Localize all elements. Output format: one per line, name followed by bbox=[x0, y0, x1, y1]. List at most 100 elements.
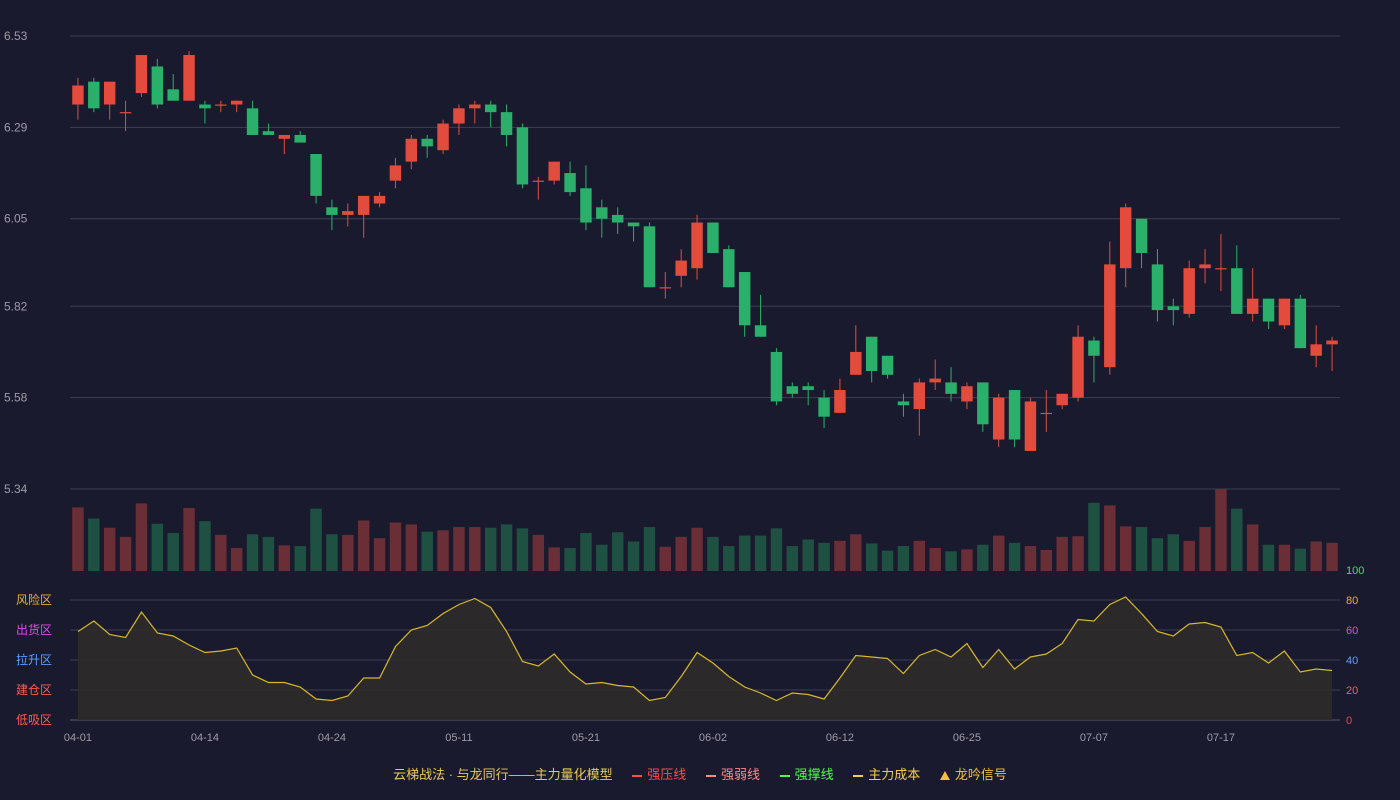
volume-bar bbox=[564, 548, 576, 571]
legend-item-strength[interactable]: 强弱线 bbox=[705, 764, 760, 783]
strength-dash-icon bbox=[705, 774, 716, 777]
volume-bar bbox=[1183, 540, 1195, 571]
volume-bar bbox=[834, 540, 846, 571]
candle-body bbox=[500, 112, 513, 135]
stock-chart: 6.53 6.29 6.05 5.82 5.58 5.34 0 20 40 60 80 100 风险区出… bbox=[0, 0, 1400, 800]
volume-bar bbox=[913, 540, 926, 571]
candle-body bbox=[802, 386, 814, 391]
candle-body bbox=[246, 108, 259, 135]
volume-bar bbox=[246, 534, 259, 571]
oscillator-tick-label: 60 bbox=[1346, 625, 1358, 637]
candle-body bbox=[1072, 336, 1084, 398]
x-tick-label: 07-17 bbox=[1207, 732, 1235, 744]
candle-body bbox=[961, 386, 973, 402]
candle-body bbox=[1294, 298, 1307, 349]
zone-label: 建仓区 bbox=[16, 683, 52, 697]
legend-item-cost[interactable]: 主力成本 bbox=[853, 764, 920, 783]
volume-bar bbox=[72, 507, 84, 571]
price-tick-label: 6.05 bbox=[4, 212, 28, 226]
candle-body bbox=[786, 386, 799, 394]
volume-bar bbox=[310, 508, 322, 571]
chart-svg: 6.53 6.29 6.05 5.82 5.58 5.34 0 20 40 60 80 100 风险区出… bbox=[4, 29, 1364, 744]
oscillator-tick-label: 80 bbox=[1346, 595, 1358, 607]
candle-body bbox=[1151, 264, 1164, 311]
volume-bar bbox=[405, 524, 418, 571]
x-tick-label: 07-07 bbox=[1080, 732, 1108, 744]
candle-body bbox=[389, 165, 402, 181]
volume-bar bbox=[850, 534, 862, 571]
x-tick-label: 06-25 bbox=[953, 732, 981, 744]
volume-bar bbox=[754, 535, 767, 571]
candle-body bbox=[262, 131, 275, 135]
candle-body bbox=[532, 180, 545, 182]
volume-bar bbox=[453, 527, 465, 571]
volume-bar bbox=[1040, 550, 1053, 571]
legend-item-resistance[interactable]: 强压线 bbox=[632, 764, 686, 783]
volume-bar bbox=[961, 549, 973, 571]
volume-bar bbox=[1072, 536, 1084, 571]
oscillator-tick-label: 20 bbox=[1346, 685, 1358, 697]
legend-item-signal[interactable]: 龙吟信号 bbox=[939, 764, 1007, 783]
oscillator-tick-label: 0 bbox=[1346, 715, 1352, 727]
candle-body bbox=[1310, 344, 1322, 356]
candle-body bbox=[342, 211, 354, 215]
legend-label-cost: 主力成本 bbox=[868, 767, 921, 782]
zone-label: 出货区 bbox=[16, 622, 52, 637]
candle-body bbox=[992, 397, 1005, 440]
candle-body bbox=[865, 336, 878, 371]
candle-body bbox=[1262, 298, 1275, 322]
legend-item-support[interactable]: 强撑线 bbox=[779, 764, 834, 783]
volume-bar bbox=[1310, 541, 1322, 571]
volume-bar bbox=[421, 531, 433, 571]
volume-bar bbox=[532, 534, 545, 571]
candle-body bbox=[1024, 401, 1037, 451]
candle-body bbox=[357, 195, 370, 215]
legend-label-resistance: 强压线 bbox=[647, 767, 687, 782]
volume-bar bbox=[627, 541, 640, 571]
price-tick-label: 6.29 bbox=[4, 120, 28, 134]
candle-body bbox=[373, 195, 386, 204]
volume-bar bbox=[167, 532, 179, 571]
candle-body bbox=[548, 161, 560, 181]
x-tick-label: 04-24 bbox=[318, 732, 346, 744]
candle-body bbox=[564, 173, 576, 193]
volume-bar bbox=[294, 546, 306, 571]
volume-bar bbox=[516, 528, 529, 571]
candle-body bbox=[1135, 218, 1148, 253]
candle-body bbox=[1056, 393, 1068, 406]
chart-legend: 云梯战法 · 与龙同行——主力量化模型 强压线 强弱线 强撑线 主力成本 龙吟信… bbox=[0, 764, 1400, 783]
volume-bar bbox=[1056, 536, 1068, 571]
candle-body bbox=[1183, 268, 1195, 314]
volume-bar bbox=[611, 532, 624, 571]
volume-bar bbox=[88, 518, 100, 571]
zone-label: 拉升区 bbox=[16, 652, 52, 667]
x-tick-label: 06-12 bbox=[826, 732, 854, 744]
candle-body bbox=[977, 382, 989, 425]
legend-label-signal: 龙吟信号 bbox=[954, 767, 1007, 782]
volume-bar bbox=[199, 521, 211, 571]
volume-bar bbox=[738, 535, 751, 571]
volume-bar bbox=[135, 503, 148, 571]
candle-body bbox=[326, 207, 338, 215]
volume-bar bbox=[278, 545, 291, 571]
volume-bar bbox=[929, 548, 941, 571]
candle-body bbox=[945, 382, 957, 394]
legend-title-text: 云梯战法 · 与龙同行——主力量化模型 bbox=[393, 767, 613, 782]
resistance-line-icon bbox=[632, 774, 643, 777]
volume-bar bbox=[151, 523, 164, 571]
cost-dash-icon bbox=[853, 774, 864, 777]
x-tick-label: 05-11 bbox=[445, 732, 472, 744]
candle-body bbox=[1278, 298, 1291, 326]
candle-body bbox=[691, 222, 703, 269]
volume-bar bbox=[183, 508, 195, 571]
volume-bar bbox=[230, 548, 243, 571]
volume-bar bbox=[691, 527, 703, 571]
candle-body bbox=[897, 401, 910, 406]
candle-body bbox=[199, 104, 211, 109]
candle-body bbox=[611, 214, 624, 223]
volume-bar bbox=[500, 524, 513, 571]
volume-bar bbox=[992, 535, 1005, 571]
candle-body bbox=[723, 249, 735, 288]
candle-body bbox=[580, 188, 592, 223]
volume-bar bbox=[1246, 524, 1259, 571]
